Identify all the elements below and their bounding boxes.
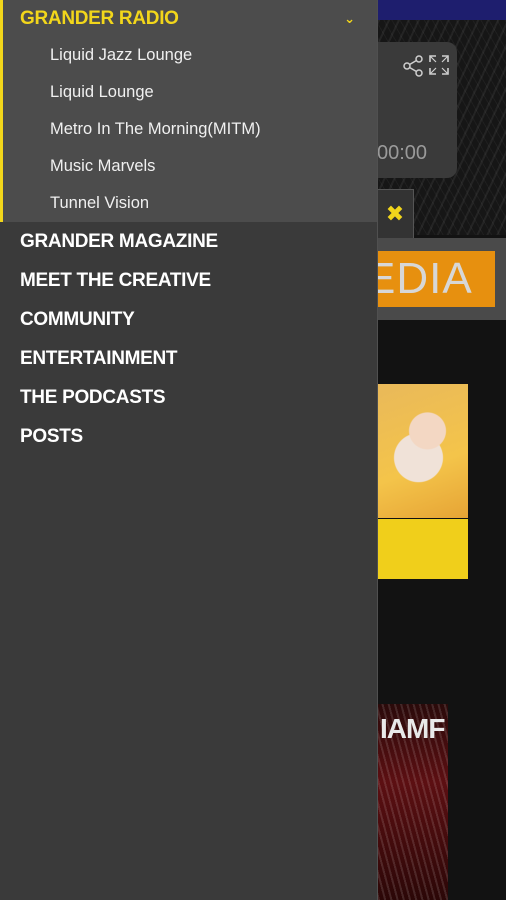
subnav-item-liquid-lounge[interactable]: Liquid Lounge (3, 74, 377, 111)
nav-item-entertainment[interactable]: ENTERTAINMENT (0, 339, 377, 378)
expand-icon[interactable] (428, 54, 450, 76)
media-banner-text: EDIA (378, 254, 473, 303)
nav-section-grander-radio: GRANDER RADIO ⌄ Liquid Jazz Lounge Liqui… (0, 0, 377, 222)
nav-item-community[interactable]: COMMUNITY (0, 300, 377, 339)
nav-section-title: GRANDER RADIO (20, 7, 179, 29)
close-menu-button[interactable]: ✖ (376, 189, 414, 239)
player-time: 00:00 (377, 142, 428, 164)
subnav-item-liquid-jazz-lounge[interactable]: Liquid Jazz Lounge (3, 37, 377, 74)
subnav-item-music-marvels[interactable]: Music Marvels (3, 148, 377, 185)
subnav-item-metro-in-the-morning[interactable]: Metro In The Morning(MITM) (3, 111, 377, 148)
featured-caption-bar (378, 519, 468, 579)
nav-item-meet-the-creative[interactable]: MEET THE CREATIVE (0, 261, 377, 300)
media-banner: EDIA (378, 238, 506, 320)
poster-text: IAMF (380, 713, 445, 744)
nav-item-grander-radio[interactable]: GRANDER RADIO ⌄ (3, 0, 377, 37)
nav-item-grander-magazine[interactable]: GRANDER MAGAZINE (0, 222, 377, 261)
navigation-drawer: GRANDER RADIO ⌄ Liquid Jazz Lounge Liqui… (0, 0, 378, 900)
featured-photo[interactable] (378, 384, 468, 518)
close-icon: ✖ (385, 201, 405, 226)
nav-item-the-podcasts[interactable]: THE PODCASTS (0, 378, 377, 417)
subnav-item-tunnel-vision[interactable]: Tunnel Vision (3, 185, 377, 222)
chevron-down-icon[interactable]: ⌄ (344, 11, 355, 27)
nav-item-posts[interactable]: POSTS (0, 417, 377, 456)
share-icon[interactable] (401, 54, 425, 78)
background-topbar (378, 0, 506, 20)
